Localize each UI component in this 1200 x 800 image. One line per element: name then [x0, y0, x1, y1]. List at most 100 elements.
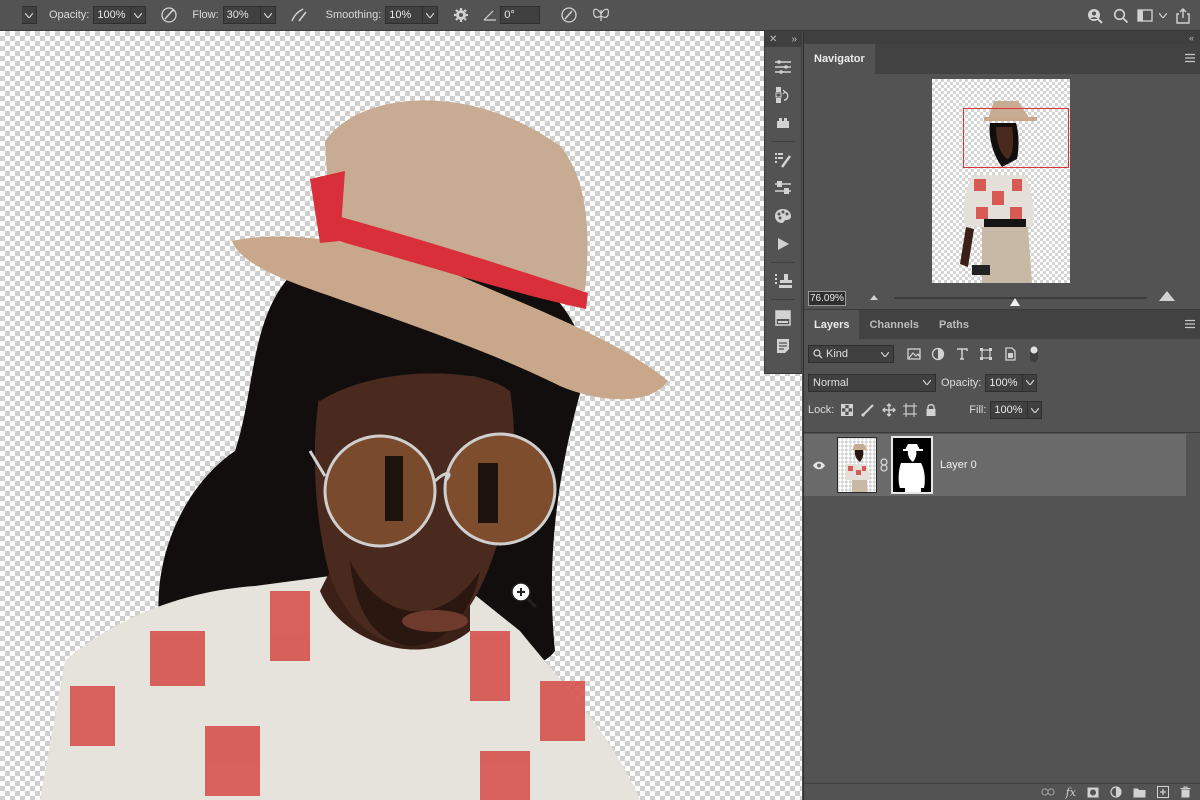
- blend-mode-select[interactable]: Normal: [808, 373, 936, 392]
- panel-dock: ✕ »: [764, 31, 802, 374]
- pen-pressure-icon[interactable]: [286, 2, 312, 28]
- filter-shape-icon[interactable]: [974, 342, 998, 366]
- right-panels: « Navigator 76.09% Layers Channels Paths…: [803, 31, 1200, 800]
- fx-icon[interactable]: fx: [1066, 786, 1076, 799]
- layers-tabbar: Layers Channels Paths: [804, 309, 1200, 339]
- flow-label: Flow:: [192, 9, 219, 21]
- link-layers-icon[interactable]: [1041, 788, 1055, 796]
- lock-row: Lock: Fill: 100%: [804, 396, 1200, 424]
- dock-header: ✕ »: [765, 31, 801, 47]
- flow-input[interactable]: 30%: [222, 6, 261, 24]
- visibility-eye-icon[interactable]: [804, 461, 834, 470]
- lock-artboard-icon[interactable]: [899, 400, 920, 420]
- fill-label: Fill:: [969, 404, 987, 416]
- panels-header: «: [804, 31, 1200, 44]
- collapse-panels-icon[interactable]: «: [1189, 33, 1194, 43]
- filter-toggle-icon[interactable]: [1022, 342, 1046, 366]
- zoom-out-icon[interactable]: [869, 294, 879, 301]
- blend-row: Normal Opacity: 100%: [804, 369, 1200, 396]
- brush-mode-dropdown[interactable]: [22, 6, 37, 24]
- blend-mode-label: Normal: [813, 376, 849, 389]
- adjustment-layer-icon[interactable]: [1110, 786, 1122, 798]
- filter-adjustment-icon[interactable]: [926, 342, 950, 366]
- layer-name: Layer 0: [940, 459, 977, 471]
- smoothing-input[interactable]: 10%: [385, 6, 424, 24]
- actions-play-icon[interactable]: [765, 230, 801, 258]
- smoothing-dropdown[interactable]: [423, 6, 439, 24]
- layer-opacity-dropdown[interactable]: [1023, 373, 1038, 392]
- settings-gear-icon[interactable]: [448, 2, 474, 28]
- libraries-icon[interactable]: [765, 109, 801, 137]
- lock-label: Lock:: [808, 404, 835, 416]
- notes-icon[interactable]: [765, 332, 801, 360]
- pressure-size-icon[interactable]: [556, 2, 582, 28]
- photo-cutout-figure: [40, 100, 668, 800]
- color-swatches-icon[interactable]: [765, 202, 801, 230]
- brush-settings-icon[interactable]: [765, 146, 801, 174]
- layer-mask-figure: [898, 444, 925, 492]
- group-folder-icon[interactable]: [1133, 787, 1146, 798]
- lock-image-pixels-icon[interactable]: [857, 400, 878, 420]
- lock-position-icon[interactable]: [878, 400, 899, 420]
- fill-dropdown[interactable]: [1028, 401, 1043, 419]
- fill-input[interactable]: 100%: [990, 401, 1029, 419]
- tool-presets-icon[interactable]: [765, 174, 801, 202]
- airbrush-pressure-icon[interactable]: [156, 2, 182, 28]
- layer-comps-icon[interactable]: [765, 304, 801, 332]
- filter-kind-label: Kind: [826, 348, 849, 360]
- workspace-dropdown[interactable]: [1156, 3, 1170, 29]
- workspace-icon[interactable]: [1134, 3, 1156, 29]
- navigator-tabbar: Navigator: [804, 44, 1200, 74]
- navigator-preview[interactable]: [932, 79, 1070, 283]
- add-mask-icon[interactable]: [1087, 787, 1099, 798]
- tab-channels[interactable]: Channels: [859, 310, 929, 339]
- filter-pixel-icon[interactable]: [902, 342, 926, 366]
- share-icon[interactable]: [1170, 3, 1196, 29]
- filter-type-icon[interactable]: [950, 342, 974, 366]
- navigator-panel: 76.09%: [804, 74, 1200, 309]
- clone-source-icon[interactable]: [765, 267, 801, 295]
- options-bar: Opacity: 100% Flow: 30% Smoothing: 10% 0…: [0, 0, 1200, 31]
- layer-mask-thumbnail[interactable]: [891, 436, 933, 494]
- opacity-dropdown[interactable]: [131, 6, 147, 24]
- flow-dropdown[interactable]: [260, 6, 276, 24]
- symmetry-butterfly-icon[interactable]: [588, 2, 614, 28]
- zoom-in-icon[interactable]: [1158, 290, 1176, 302]
- close-icon[interactable]: ✕: [769, 34, 777, 45]
- search-icon[interactable]: [1108, 3, 1134, 29]
- tab-navigator[interactable]: Navigator: [804, 44, 875, 74]
- tab-layers[interactable]: Layers: [804, 310, 860, 339]
- layer-opacity-label: Opacity:: [941, 376, 982, 389]
- filter-kind-select[interactable]: Kind: [808, 345, 894, 363]
- mask-link-chain-icon[interactable]: [877, 458, 891, 472]
- layer-thumbnail-figure: [845, 444, 870, 492]
- zoom-slider-handle[interactable]: [1009, 297, 1021, 307]
- navigator-menu-icon[interactable]: [1184, 53, 1196, 63]
- history-icon[interactable]: [765, 81, 801, 109]
- layer-filter-toolbar: Kind: [804, 339, 1200, 369]
- layers-menu-icon[interactable]: [1184, 319, 1196, 329]
- lock-all-icon[interactable]: [920, 400, 941, 420]
- layer-thumbnail[interactable]: [837, 437, 877, 493]
- filter-smart-object-icon[interactable]: [998, 342, 1022, 366]
- delete-trash-icon[interactable]: [1180, 786, 1191, 798]
- layer-opacity-input[interactable]: 100%: [985, 373, 1024, 392]
- navigator-view-box[interactable]: [963, 108, 1069, 168]
- lock-transparent-pixels-icon[interactable]: [836, 400, 857, 420]
- opacity-label: Opacity:: [49, 9, 90, 21]
- new-layer-icon[interactable]: [1157, 786, 1169, 798]
- opacity-input[interactable]: 100%: [93, 6, 132, 24]
- layer-row[interactable]: Layer 0: [804, 434, 1186, 496]
- document-canvas[interactable]: [0, 31, 802, 800]
- collapse-icon[interactable]: »: [791, 34, 797, 45]
- zoom-input[interactable]: 76.09%: [808, 290, 846, 306]
- layer-list: Layer 0: [804, 432, 1200, 777]
- navigator-zoom-row: 76.09%: [804, 287, 1200, 309]
- angle-input[interactable]: 0°: [500, 6, 541, 24]
- layers-panel-footer: fx: [804, 783, 1200, 800]
- adjustments-icon[interactable]: [765, 53, 801, 81]
- tab-paths[interactable]: Paths: [929, 310, 979, 339]
- smoothing-label: Smoothing:: [325, 9, 382, 21]
- search-icon: [813, 349, 823, 359]
- user-search-icon[interactable]: [1082, 3, 1108, 29]
